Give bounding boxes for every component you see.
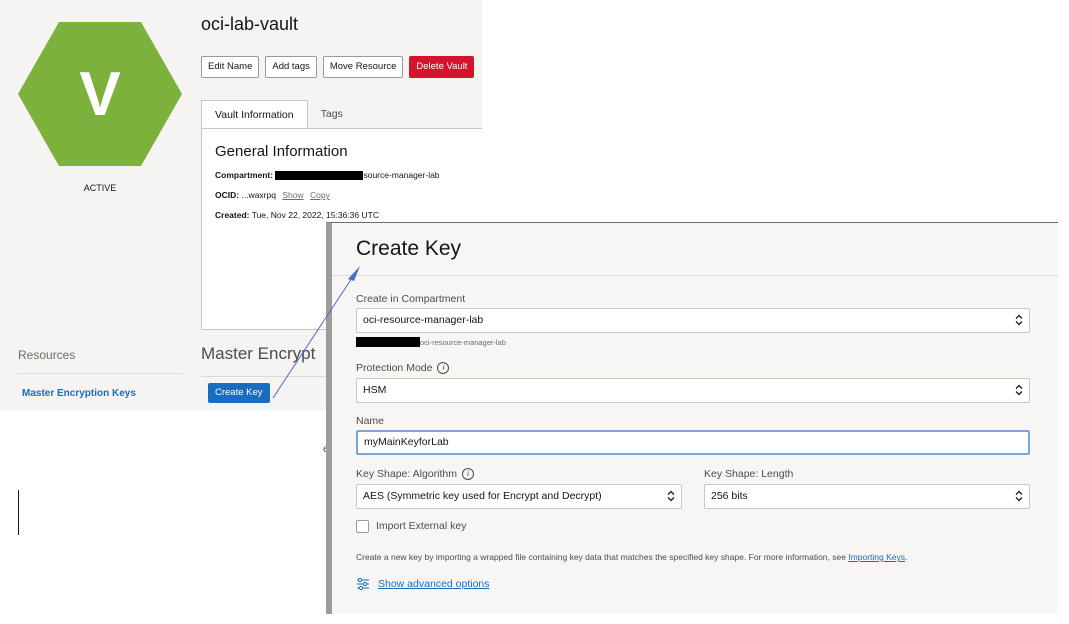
info-icon[interactable]: i <box>461 468 474 480</box>
vault-tabs: Vault Information Tags <box>201 100 356 129</box>
import-external-key-label: Import External key <box>376 520 467 532</box>
text-cursor <box>18 490 19 535</box>
move-resource-button[interactable]: Move Resource <box>322 56 404 78</box>
compartment-row: Compartment: source-manager-lab <box>215 170 440 181</box>
protection-mode-label-text: Protection Mode <box>356 362 433 374</box>
redaction-bar <box>356 337 420 347</box>
compartment-select-value: oci-resource-manager-lab <box>363 314 484 326</box>
create-key-panel: Create Key Create in Compartment oci-res… <box>326 222 1058 614</box>
show-advanced-options-link[interactable]: Show advanced options <box>356 578 490 590</box>
resources-link-master-encryption-keys[interactable]: Master Encryption Keys <box>22 388 136 399</box>
ocid-copy-link[interactable]: Copy <box>310 190 330 200</box>
name-label-text: Name <box>356 415 385 427</box>
ocid-show-link[interactable]: Show <box>282 190 303 200</box>
algorithm-select[interactable]: AES (Symmetric key used for Encrypt and … <box>356 484 682 509</box>
length-value: 256 bits <box>711 490 748 502</box>
delete-vault-button[interactable]: Delete Vault <box>409 56 475 78</box>
protection-mode-value: HSM <box>363 384 387 396</box>
created-row: Created: Tue, Nov 22, 2022, 15:36:36 UTC <box>215 210 379 220</box>
help-text-suffix: . <box>905 552 908 562</box>
chevron-updown-icon <box>1015 384 1023 396</box>
compartment-field-label-text: Create in Compartment <box>356 293 466 305</box>
help-text: Create a new key by importing a wrapped … <box>356 552 907 562</box>
length-select[interactable]: 256 bits <box>704 484 1030 509</box>
length-label-text: Key Shape: Length <box>704 468 794 480</box>
add-tags-button[interactable]: Add tags <box>265 56 317 78</box>
compartment-path: oci-resource-manager-lab <box>356 337 506 347</box>
page-title: oci-lab-vault <box>201 14 299 34</box>
protection-mode-select[interactable]: HSM <box>356 378 1030 403</box>
algorithm-label: Key Shape: Algorithm i <box>356 468 474 480</box>
vault-hexagon-icon: V <box>18 22 182 166</box>
name-label: Name <box>356 415 384 427</box>
redaction-bar <box>275 171 364 181</box>
name-input[interactable]: myMainKeyforLab <box>356 430 1030 455</box>
compartment-label: Compartment: <box>215 170 274 180</box>
importing-keys-link[interactable]: Importing Keys <box>848 552 905 562</box>
chevron-updown-icon <box>667 490 675 502</box>
master-encryption-keys-heading: Master Encrypt <box>201 344 316 363</box>
general-information-heading: General Information <box>215 143 348 160</box>
compartment-value: source-manager-lab <box>363 170 440 180</box>
vault-icon-letter: V <box>79 59 121 129</box>
edit-name-button[interactable]: Edit Name <box>201 56 260 78</box>
name-input-value: myMainKeyforLab <box>364 436 449 448</box>
created-label: Created: <box>215 210 250 220</box>
vault-action-bar: Edit Name Add tags Move Resource Delete … <box>201 56 475 78</box>
create-key-button[interactable]: Create Key <box>208 383 270 403</box>
chevron-updown-icon <box>1015 490 1023 502</box>
algorithm-value: AES (Symmetric key used for Encrypt and … <box>363 490 602 502</box>
resources-heading: Resources <box>18 348 76 362</box>
vault-left-column: V ACTIVE Resources Master Encryption Key… <box>0 0 200 410</box>
compartment-select[interactable]: oci-resource-manager-lab <box>356 308 1030 333</box>
show-advanced-options-text: Show advanced options <box>378 578 490 590</box>
tab-tags[interactable]: Tags <box>308 100 356 128</box>
import-external-key-checkbox[interactable] <box>356 520 369 533</box>
ocid-value: ...waxrpq <box>241 190 276 200</box>
help-text-body: Create a new key by importing a wrapped … <box>356 552 849 562</box>
ocid-label: OCID: <box>215 190 240 200</box>
chevron-updown-icon <box>1015 314 1023 326</box>
created-value: Tue, Nov 22, 2022, 15:36:36 UTC <box>251 210 379 220</box>
resources-divider <box>18 373 182 374</box>
protection-mode-label: Protection Mode i <box>356 362 450 374</box>
algorithm-label-text: Key Shape: Algorithm <box>356 468 457 480</box>
info-icon[interactable]: i <box>437 362 450 374</box>
tab-vault-information[interactable]: Vault Information <box>201 100 308 129</box>
length-label: Key Shape: Length <box>704 468 793 480</box>
vault-status-label: ACTIVE <box>83 183 117 193</box>
compartment-path-text: oci-resource-manager-lab <box>420 337 506 347</box>
sliders-icon <box>357 578 369 590</box>
compartment-field-label: Create in Compartment <box>356 293 465 305</box>
ocid-row: OCID: ...waxrpq Show Copy <box>215 190 330 200</box>
create-key-title: Create Key <box>356 237 462 260</box>
create-key-header: Create Key <box>332 223 1058 276</box>
